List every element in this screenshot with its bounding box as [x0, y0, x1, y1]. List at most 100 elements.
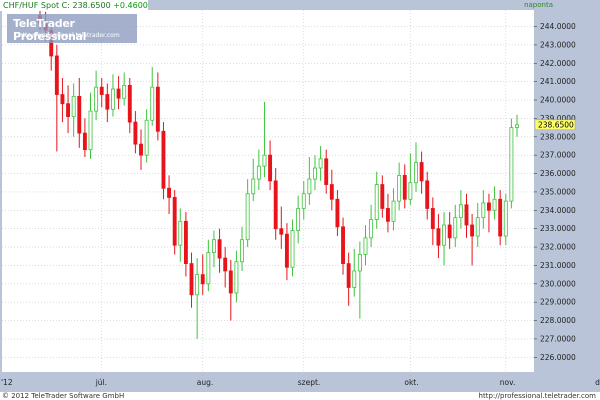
candle-up: [475, 217, 480, 237]
last-price-value: 238.6500: [538, 120, 574, 129]
candle-down: [385, 208, 390, 222]
chart-header: CHF/HUF Spot C: 238.6500 +0.4600: [0, 0, 148, 11]
x-tick-label: okt.: [404, 378, 418, 387]
y-tick-label: 241.0000: [540, 77, 576, 86]
candle-up: [391, 200, 396, 222]
x-tick-label: aug.: [197, 378, 214, 387]
candle-up: [442, 224, 446, 246]
y-tick-label: 233.0000: [540, 224, 576, 233]
footer-url[interactable]: http://professional.teletrader.com: [479, 392, 596, 400]
candle-up: [492, 198, 497, 211]
period-label: naponta: [524, 1, 553, 9]
candle-up: [374, 184, 379, 220]
candle-up: [71, 95, 76, 117]
candle-up: [251, 178, 256, 195]
candle-up: [458, 204, 463, 219]
candle-down: [498, 198, 503, 237]
symbol-label: CHF/HUF Spot: [3, 1, 60, 10]
x-tick-label: '12: [1, 378, 13, 387]
candle-down: [284, 233, 289, 268]
candle-up: [296, 208, 301, 231]
candle-up: [515, 124, 519, 129]
candle-down: [183, 220, 188, 264]
logo-title: TeleTrader Professional: [13, 17, 87, 43]
y-tick-label: 231.0000: [540, 261, 576, 270]
candle-down: [139, 143, 143, 156]
candle-down: [430, 208, 435, 230]
candle-down: [279, 228, 284, 235]
candle-up: [503, 200, 508, 237]
candle-down: [161, 130, 166, 189]
candle-up: [256, 165, 261, 180]
candle-up: [240, 239, 244, 263]
candle-up: [234, 261, 239, 294]
candle-up: [150, 86, 155, 121]
candle-down: [223, 257, 228, 272]
candle-up: [122, 84, 127, 99]
candle-down: [268, 154, 273, 182]
plot-area: [2, 10, 534, 372]
candle-up: [212, 239, 216, 253]
candle-down: [436, 228, 441, 246]
candle-up: [307, 178, 312, 195]
candle-up: [352, 270, 357, 288]
last-price-label: C: 238.6500: [61, 1, 111, 10]
candle-down: [380, 184, 385, 209]
y-tick-label: 236.0000: [540, 169, 576, 178]
candle-up: [453, 217, 458, 239]
last-price-marker: 238.6500: [534, 119, 576, 131]
x-tick-label: szept.: [298, 378, 321, 387]
candlestick-chart: 226.0000 227.0000 228.0000 229.0000 230.0000…: [1, 10, 600, 387]
candle-up: [481, 202, 486, 219]
candle-down: [105, 94, 110, 110]
candle-up: [408, 182, 413, 200]
y-tick-label: 243.0000: [540, 40, 576, 49]
teletrader-logo: TeleTrader Professional http://professio…: [7, 14, 137, 43]
candle-up: [363, 237, 368, 255]
candle-up: [369, 219, 374, 239]
candle-up: [414, 162, 418, 184]
candle-down: [167, 187, 172, 198]
y-tick-label: 228.0000: [540, 316, 576, 325]
candle-down: [217, 239, 222, 259]
candle-down: [155, 86, 160, 132]
candle-up: [509, 127, 514, 202]
candle-down: [419, 162, 424, 182]
candle-up: [397, 174, 402, 202]
change-label: +0.4600: [113, 1, 148, 10]
candle-down: [82, 132, 87, 151]
candle-down: [464, 204, 469, 226]
y-tick-label: 227.0000: [540, 334, 576, 343]
y-tick-label: 232.0000: [540, 243, 576, 252]
candle-down: [425, 180, 430, 209]
y-tick-label: 235.0000: [540, 187, 576, 196]
candle-up: [318, 158, 323, 169]
candle-down: [447, 224, 452, 239]
candle-up: [206, 252, 211, 285]
candle-down: [228, 270, 233, 294]
y-tick-label: 240.0000: [540, 96, 576, 105]
candle-down: [402, 174, 407, 200]
y-tick-label: 237.0000: [540, 151, 576, 160]
y-tick-label: 234.0000: [540, 206, 576, 215]
candle-up: [301, 193, 306, 209]
y-tick-label: 242.0000: [540, 59, 576, 68]
candle-up: [111, 88, 115, 110]
candle-down: [346, 263, 351, 288]
candle-down: [127, 84, 132, 123]
candle-down: [133, 121, 138, 145]
candle-up: [262, 154, 267, 167]
candle-down: [341, 226, 345, 264]
candle-up: [94, 86, 99, 112]
candle-up: [195, 274, 200, 296]
candle-down: [66, 103, 71, 117]
candle-down: [335, 198, 340, 228]
x-tick-label: júl.: [95, 378, 107, 387]
candle-down: [189, 263, 194, 296]
logo-url: http://professional.teletrader.com: [19, 32, 120, 39]
y-tick-label: 226.0000: [540, 353, 576, 362]
x-axis: '12júl.aug.szept.okt.nov.dec.'13: [1, 378, 600, 387]
candle-down: [273, 180, 278, 230]
candle-down: [77, 95, 82, 134]
y-tick-label: 244.0000: [540, 22, 576, 31]
